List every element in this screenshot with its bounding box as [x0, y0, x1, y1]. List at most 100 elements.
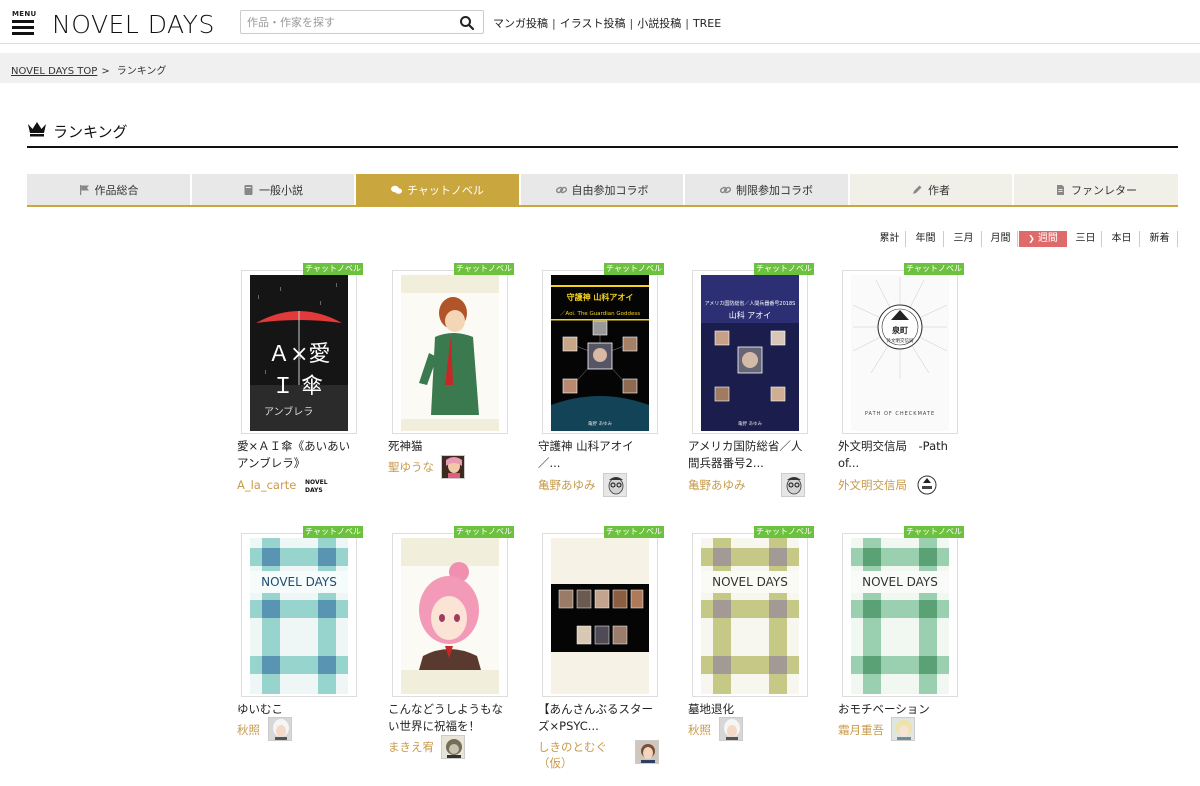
svg-text:泉町: 泉町 — [891, 325, 908, 335]
cover-frame — [392, 270, 508, 434]
work-title[interactable]: 【あんさんぶるスターズ×PSYC... — [538, 701, 656, 735]
period-total[interactable]: 累計 — [874, 231, 906, 247]
cover-frame: NOVEL DAYS — [842, 533, 958, 697]
avatar[interactable] — [719, 717, 743, 741]
tab-free-collab[interactable]: 自由参加コラボ — [521, 174, 683, 205]
work-title[interactable]: 守護神 山科アオイ／... — [538, 438, 644, 472]
svg-text:NOVEL DAYS: NOVEL DAYS — [261, 575, 337, 589]
hamburger-icon — [12, 20, 34, 23]
period-today[interactable]: 本日 — [1104, 231, 1140, 247]
avatar[interactable] — [781, 473, 805, 497]
site-header: MENU NOVEL DAYS マンガ投稿|イラスト投稿|小説投稿|TREE — [0, 0, 1200, 44]
work-title[interactable]: 墓地退化 — [688, 701, 806, 718]
svg-text:アンブレラ: アンブレラ — [264, 405, 313, 418]
cover-image: NOVEL DAYS — [851, 538, 949, 694]
tree-link[interactable]: TREE — [693, 17, 721, 30]
site-logo[interactable]: NOVEL DAYS — [52, 9, 228, 39]
svg-text:DAYS: DAYS — [305, 487, 323, 494]
category-tabs: 作品総合 一般小説 チャットノベル 自由参加コラボ 制限参加コラボ 作者 ファン… — [27, 174, 1178, 207]
avatar[interactable] — [441, 735, 465, 759]
author-name[interactable]: まきえ宥 — [388, 739, 434, 755]
flag-icon — [79, 184, 89, 195]
crown-icon — [28, 122, 46, 137]
chat-novel-badge: チャットノベル — [604, 263, 664, 275]
chat-novel-badge: チャットノベル — [303, 263, 363, 275]
menu-label: MENU — [12, 10, 37, 18]
chat-novel-badge: チャットノベル — [454, 526, 514, 538]
cover-image — [551, 538, 649, 694]
search-box — [240, 10, 484, 34]
illust-post-link[interactable]: イラスト投稿 — [560, 17, 626, 30]
cover-image: NOVEL DAYS — [701, 538, 799, 694]
period-monthly[interactable]: 月間 — [984, 231, 1018, 247]
svg-text:／Aoi. The Guardian Goddess: ／Aoi. The Guardian Goddess — [560, 310, 640, 317]
author-name[interactable]: A_la_carte — [237, 477, 296, 493]
avatar[interactable] — [441, 455, 465, 479]
cover-image: アメリカ国防総省／人間兵器番号2018S 山科 アオイ 亀野 あゆみ — [701, 275, 799, 431]
period-weekly[interactable]: ❯ 週間 — [1019, 231, 1067, 247]
tab-authors[interactable]: 作者 — [850, 174, 1012, 205]
avatar[interactable] — [915, 473, 939, 497]
search-icon[interactable] — [459, 15, 475, 31]
svg-text:NOVEL DAYS: NOVEL DAYS — [52, 10, 215, 37]
chat-icon — [391, 185, 403, 194]
avatar[interactable] — [891, 717, 915, 741]
svg-text:アメリカ国防総省／人間兵器番号2018S: アメリカ国防総省／人間兵器番号2018S — [705, 300, 796, 307]
period-quarter[interactable]: 三月 — [946, 231, 982, 247]
tab-chat-novel[interactable]: チャットノベル — [356, 174, 519, 205]
period-three-days[interactable]: 三日 — [1070, 231, 1102, 247]
author-name[interactable]: しきのとむぐ（仮） — [538, 739, 620, 771]
link-icon — [720, 186, 731, 193]
cover-frame: NOVEL DAYS — [241, 533, 357, 697]
tab-limited-collab[interactable]: 制限参加コラボ — [685, 174, 848, 205]
svg-text:外文明交信局: 外文明交信局 — [887, 337, 914, 344]
tab-fan-letter[interactable]: ファンレター — [1014, 174, 1178, 205]
cover-image: 守護神 山科アオイ ／Aoi. The Guardian Goddess 亀野 … — [551, 275, 649, 431]
period-new[interactable]: 新着 — [1142, 231, 1178, 247]
breadcrumb: NOVEL DAYS TOP > ランキング — [11, 66, 167, 77]
cover-frame: NOVEL DAYS — [692, 533, 808, 697]
avatar[interactable] — [268, 717, 292, 741]
avatar[interactable] — [635, 740, 659, 764]
work-title[interactable]: 愛×ＡＩ傘《あいあいアンブレラ》 — [237, 438, 355, 472]
breadcrumb-bar: NOVEL DAYS TOP > ランキング — [0, 53, 1200, 83]
svg-text:Ａ×愛: Ａ×愛 — [268, 342, 330, 367]
author-name[interactable]: 聖ゆうな — [388, 459, 434, 475]
author-name[interactable]: 秋照 — [688, 722, 711, 738]
period-yearly[interactable]: 年間 — [908, 231, 944, 247]
cover-frame: アメリカ国防総省／人間兵器番号2018S 山科 アオイ 亀野 あゆみ — [692, 270, 808, 434]
logo-mark: NOVEL DAYS — [52, 10, 215, 39]
book-icon — [244, 184, 253, 195]
chat-novel-badge: チャットノベル — [454, 263, 514, 275]
document-icon — [1057, 184, 1064, 195]
svg-text:NOVEL DAYS: NOVEL DAYS — [862, 575, 938, 589]
chat-novel-badge: チャットノベル — [754, 263, 814, 275]
work-title[interactable]: アメリカ国防総省／人間兵器番号2... — [688, 438, 806, 472]
work-title[interactable]: 死神猫 — [388, 438, 506, 455]
work-title[interactable]: 外文明交信局 -Path of... — [838, 438, 956, 472]
breadcrumb-home-link[interactable]: NOVEL DAYS TOP — [11, 66, 97, 77]
author-name[interactable]: 秋照 — [237, 722, 260, 738]
author-name[interactable]: 亀野あゆみ — [538, 477, 596, 493]
svg-text:亀野 あゆみ: 亀野 あゆみ — [738, 420, 762, 427]
work-title[interactable]: おモチベーション — [838, 701, 956, 718]
work-title[interactable]: こんなどうしようもない世界に祝福を！ — [388, 701, 506, 735]
cover-image — [401, 275, 499, 431]
tab-all-works[interactable]: 作品総合 — [27, 174, 190, 205]
manga-post-link[interactable]: マンガ投稿 — [493, 17, 548, 30]
cover-frame — [392, 533, 508, 697]
novel-post-link[interactable]: 小説投稿 — [637, 17, 681, 30]
avatar[interactable]: NOVEL DAYS — [304, 474, 328, 498]
tab-general-novel[interactable]: 一般小説 — [192, 174, 354, 205]
svg-text:山科 アオイ: 山科 アオイ — [729, 310, 772, 320]
link-icon — [555, 186, 567, 193]
author-name[interactable]: 外文明交信局 — [838, 477, 907, 493]
author-name[interactable]: 亀野あゆみ — [688, 477, 746, 493]
author-name[interactable]: 霜月重吾 — [838, 722, 884, 738]
cover-frame: 守護神 山科アオイ ／Aoi. The Guardian Goddess 亀野 … — [542, 270, 658, 434]
work-title[interactable]: ゆいむこ — [237, 701, 355, 718]
search-input[interactable] — [247, 14, 447, 30]
menu-button[interactable]: MENU — [12, 10, 36, 36]
chevron-down-icon: ❯ — [1028, 234, 1035, 243]
avatar[interactable] — [603, 473, 627, 497]
